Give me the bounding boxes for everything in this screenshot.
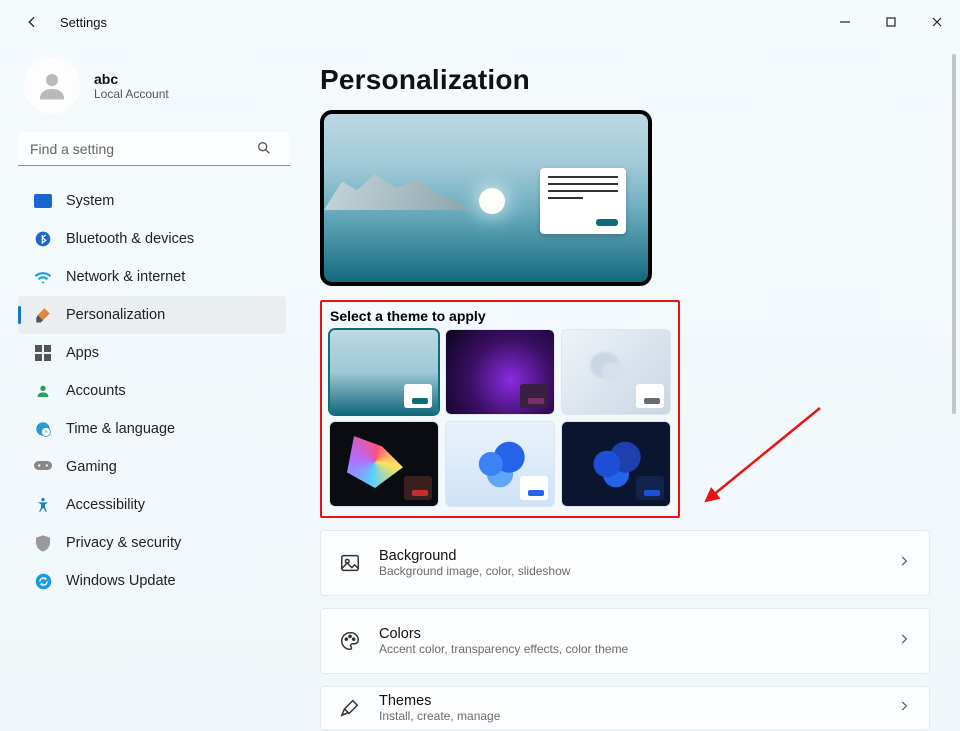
sidebar-item-system[interactable]: System [18,182,286,220]
row-title: Background [379,548,570,564]
theme-heading: Select a theme to apply [330,308,670,324]
gamepad-icon [34,458,52,476]
window-controls [822,6,960,38]
chevron-right-icon [897,632,911,651]
sidebar-item-bluetooth[interactable]: Bluetooth & devices [18,220,286,258]
brush-icon [339,697,361,719]
sidebar-item-label: System [66,193,114,209]
update-icon [34,572,52,590]
apps-icon [34,344,52,362]
theme-option-5[interactable] [446,422,554,506]
scrollbar[interactable] [952,54,956,714]
account-type: Local Account [94,87,169,101]
sidebar-item-update[interactable]: Windows Update [18,562,286,600]
sidebar-item-label: Bluetooth & devices [66,231,194,247]
main-content: Personalization Select a theme to apply [300,44,960,731]
account-block[interactable]: abc Local Account [18,58,286,114]
maximize-button[interactable] [868,6,914,38]
sidebar-item-network[interactable]: Network & internet [18,258,286,296]
sidebar-item-label: Time & language [66,421,175,437]
sidebar-item-label: Privacy & security [66,535,181,551]
annotation-arrow-icon [700,400,830,510]
theme-section: Select a theme to apply [320,300,680,518]
sidebar-item-label: Gaming [66,459,117,475]
sidebar-item-label: Apps [66,345,99,361]
row-title: Themes [379,693,500,709]
window-title: Settings [60,15,107,30]
page-title: Personalization [320,64,936,96]
theme-option-3[interactable] [562,330,670,414]
theme-grid [330,330,670,506]
back-button[interactable] [20,10,44,34]
scrollbar-thumb[interactable] [952,54,956,414]
row-subtitle: Background image, color, slideshow [379,564,570,578]
row-subtitle: Accent color, transparency effects, colo… [379,642,628,656]
search-icon [256,140,272,156]
sidebar-item-privacy[interactable]: Privacy & security [18,524,286,562]
sidebar-item-personalization[interactable]: Personalization [18,296,286,334]
avatar [24,58,80,114]
setting-row-background[interactable]: Background Background image, color, slid… [320,530,930,596]
setting-row-themes[interactable]: Themes Install, create, manage [320,686,930,730]
close-button[interactable] [914,6,960,38]
sidebar-item-accounts[interactable]: Accounts [18,372,286,410]
chevron-right-icon [897,554,911,573]
sidebar-item-label: Windows Update [66,573,176,589]
globe-clock-icon [34,420,52,438]
sidebar-item-gaming[interactable]: Gaming [18,448,286,486]
sidebar-item-label: Personalization [66,307,165,323]
paintbrush-icon [34,306,52,324]
sidebar-item-accessibility[interactable]: Accessibility [18,486,286,524]
display-icon [34,192,52,210]
sidebar-item-label: Accessibility [66,497,145,513]
sidebar-item-time[interactable]: Time & language [18,410,286,448]
nav: System Bluetooth & devices Network & int… [18,182,286,600]
bluetooth-icon [34,230,52,248]
titlebar: Settings [0,0,960,44]
search-input[interactable] [18,132,290,166]
theme-option-1[interactable] [330,330,438,414]
sidebar: abc Local Account System Bluetooth & dev… [0,44,300,731]
wifi-icon [34,268,52,286]
image-icon [339,552,361,574]
account-name: abc [94,71,169,87]
setting-row-colors[interactable]: Colors Accent color, transparency effect… [320,608,930,674]
theme-option-2[interactable] [446,330,554,414]
palette-icon [339,630,361,652]
row-subtitle: Install, create, manage [379,709,500,723]
desktop-preview [320,110,652,286]
person-icon [34,382,52,400]
sidebar-item-apps[interactable]: Apps [18,334,286,372]
theme-option-6[interactable] [562,422,670,506]
chevron-right-icon [897,699,911,718]
row-title: Colors [379,626,628,642]
sidebar-item-label: Network & internet [66,269,185,285]
sidebar-item-label: Accounts [66,383,126,399]
search-wrap [18,132,286,166]
theme-option-4[interactable] [330,422,438,506]
accessibility-icon [34,496,52,514]
shield-icon [34,534,52,552]
minimize-button[interactable] [822,6,868,38]
